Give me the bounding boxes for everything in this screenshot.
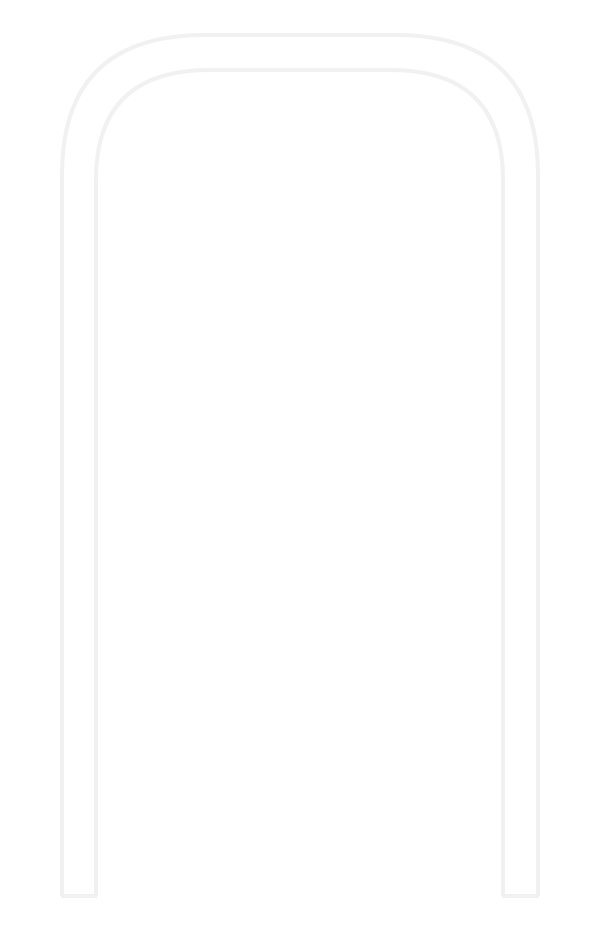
blank-canvas [0, 0, 600, 933]
arch-inner-edge [94, 68, 505, 896]
arch-outer-edge [60, 33, 540, 896]
arch-frame-outline [60, 33, 540, 898]
